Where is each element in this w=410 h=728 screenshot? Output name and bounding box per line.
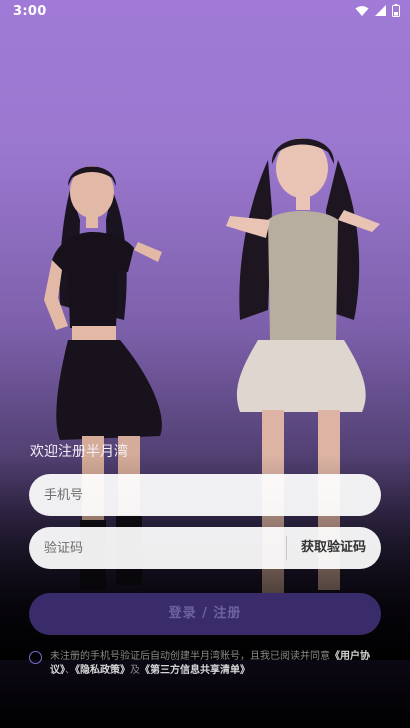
privacy-policy-link[interactable]: 《隐私政策》 bbox=[75, 665, 130, 676]
wifi-icon bbox=[355, 5, 369, 16]
agreement-separator: 、 bbox=[65, 665, 75, 676]
login-screen: 3:00 欢迎注册半月湾 手机号 验证码 获取验证码 登录 / 注册 未注册的手… bbox=[0, 0, 410, 728]
battery-icon bbox=[392, 4, 400, 17]
signal-icon bbox=[375, 5, 386, 16]
agreement-and: 及 bbox=[130, 665, 140, 676]
agreement-radio[interactable] bbox=[29, 651, 42, 664]
agreement-text: 未注册的手机号验证后自动创建半月湾账号，且我已阅读并同意《用户协议》、《隐私政策… bbox=[50, 650, 383, 678]
login-register-button[interactable]: 登录 / 注册 bbox=[29, 593, 381, 635]
verification-code-input[interactable] bbox=[44, 527, 274, 569]
hero-photo bbox=[0, 120, 410, 660]
code-divider bbox=[286, 536, 287, 560]
code-field[interactable]: 获取验证码 bbox=[29, 527, 381, 569]
status-icons bbox=[355, 4, 400, 17]
agreement-prefix: 未注册的手机号验证后自动创建半月湾账号，且我已阅读并同意 bbox=[50, 651, 330, 662]
third-party-list-link[interactable]: 《第三方信息共享清单》 bbox=[140, 665, 250, 676]
phone-field[interactable] bbox=[29, 474, 381, 516]
get-code-button[interactable]: 获取验证码 bbox=[301, 527, 366, 569]
welcome-title: 欢迎注册半月湾 bbox=[30, 444, 128, 460]
status-time: 3:00 bbox=[13, 4, 47, 19]
status-bar: 3:00 bbox=[0, 0, 410, 24]
phone-input[interactable] bbox=[44, 474, 274, 516]
